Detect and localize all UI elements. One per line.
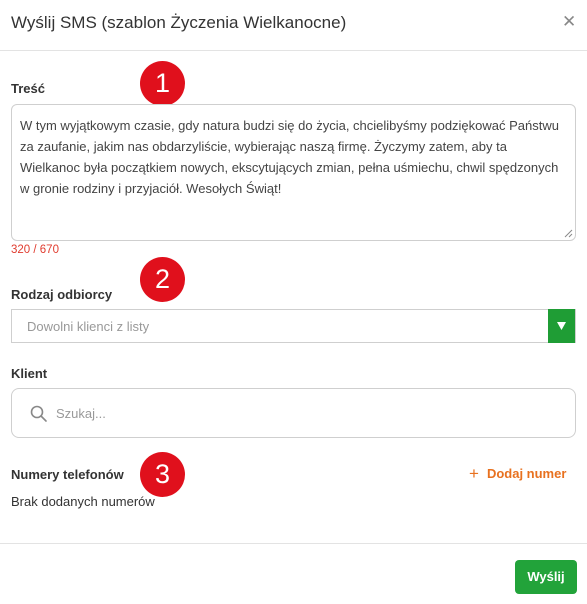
- recipient-type-select[interactable]: Dowolni klienci z listy: [11, 309, 576, 343]
- annotation-badge-2: 2: [140, 257, 185, 302]
- character-counter: 320 / 670: [11, 244, 59, 256]
- phones-label: Numery telefonów: [11, 467, 124, 482]
- modal-title: Wyślij SMS (szablon Życzenia Wielkanocne…: [11, 13, 347, 32]
- search-placeholder: Szukaj...: [56, 406, 106, 421]
- message-text: W tym wyjątkowym czasie, gdy natura budz…: [20, 118, 559, 196]
- recipient-type-value: Dowolni klienci z listy: [27, 319, 150, 334]
- modal-header: Wyślij SMS (szablon Życzenia Wielkanocne…: [0, 0, 587, 51]
- search-icon: [30, 405, 47, 422]
- annotation-badge-1: 1: [140, 61, 185, 106]
- recipient-type-label: Rodzaj odbiorcy: [11, 287, 113, 302]
- select-arrow-button[interactable]: [548, 309, 575, 343]
- add-number-label: Dodaj numer: [486, 466, 567, 481]
- phones-empty-text: Brak dodanych numerów: [11, 494, 155, 509]
- close-icon[interactable]: ✕: [562, 13, 576, 30]
- send-button[interactable]: Wyślij: [515, 560, 577, 594]
- add-number-button[interactable]: + Dodaj numer: [469, 464, 566, 484]
- content-label: Treść: [11, 81, 45, 96]
- client-label: Klient: [11, 366, 48, 381]
- client-search-input[interactable]: Szukaj...: [11, 388, 576, 438]
- message-textarea[interactable]: W tym wyjątkowym czasie, gdy natura budz…: [11, 104, 576, 241]
- annotation-badge-3: 3: [140, 452, 185, 497]
- plus-icon: +: [469, 464, 479, 483]
- chevron-down-icon: [557, 322, 566, 330]
- footer-divider: [0, 543, 587, 544]
- resize-grip-icon[interactable]: [564, 229, 573, 238]
